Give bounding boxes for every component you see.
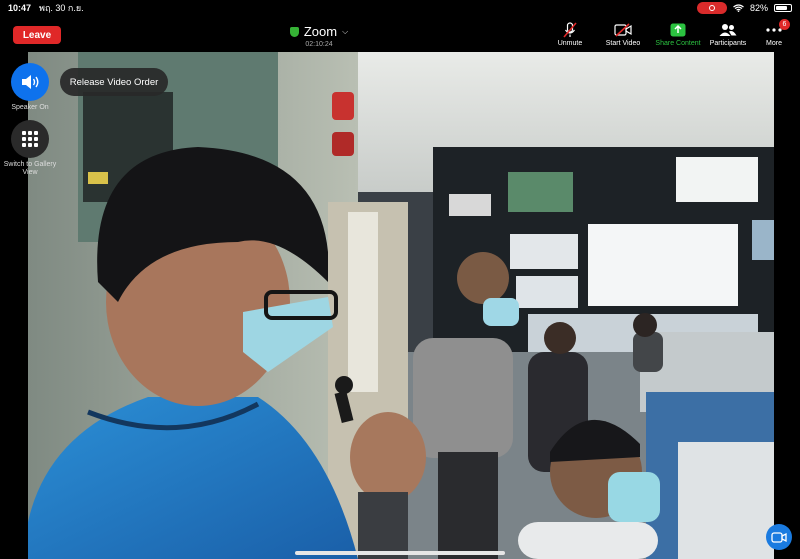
meeting-title: Zoom xyxy=(303,24,338,39)
screen-record-indicator[interactable] xyxy=(696,2,727,14)
participants-icon xyxy=(706,22,750,38)
more-label: More xyxy=(766,40,782,47)
share-content-button[interactable]: Share Content xyxy=(651,22,705,47)
more-badge: 6 xyxy=(779,19,790,30)
gallery-view-button[interactable] xyxy=(11,120,49,158)
battery-icon xyxy=(774,4,792,12)
unmute-button[interactable]: Unmute xyxy=(552,22,588,47)
meeting-title-area[interactable]: Zoom ⌵ 02:10:24 xyxy=(284,24,354,48)
release-video-order-button[interactable]: Release Video Order xyxy=(60,68,168,96)
meeting-timer: 02:10:24 xyxy=(305,41,333,48)
camera-button[interactable] xyxy=(766,524,792,550)
video-feed[interactable] xyxy=(28,52,774,559)
mic-off-icon xyxy=(552,22,588,38)
start-video-button[interactable]: Start Video xyxy=(601,22,645,47)
speaker-icon xyxy=(22,75,39,89)
chevron-down-icon: ⌵ xyxy=(342,26,349,36)
grid-icon xyxy=(22,131,38,147)
wifi-icon xyxy=(733,4,744,12)
meeting-toolbar: Leave Zoom ⌵ 02:10:24 Unmute Start Video… xyxy=(0,16,800,52)
camera-icon xyxy=(771,531,787,543)
leave-button[interactable]: Leave xyxy=(13,26,61,44)
battery-percent: 82% xyxy=(749,3,768,13)
speaker-label: Speaker On xyxy=(11,104,49,111)
status-bar: 10:47 พฤ. 30 ก.ย. 82% xyxy=(0,0,800,16)
video-scene xyxy=(28,52,774,559)
speaker-button[interactable] xyxy=(11,63,49,101)
home-indicator[interactable] xyxy=(295,551,505,555)
share-content-label: Share Content xyxy=(655,40,701,47)
more-button[interactable]: 6 More xyxy=(760,19,790,47)
gallery-label: Switch to Gallery View xyxy=(3,161,57,176)
shield-icon xyxy=(289,26,299,37)
more-icon: 6 xyxy=(760,19,790,38)
status-date: พฤ. 30 ก.ย. xyxy=(39,3,84,13)
share-icon xyxy=(651,22,705,38)
video-off-icon xyxy=(601,22,645,38)
start-video-label: Start Video xyxy=(605,40,641,47)
status-time: 10:47 xyxy=(8,3,32,13)
participants-button[interactable]: Participants xyxy=(706,22,750,47)
unmute-label: Unmute xyxy=(557,40,583,47)
participants-label: Participants xyxy=(709,40,747,47)
